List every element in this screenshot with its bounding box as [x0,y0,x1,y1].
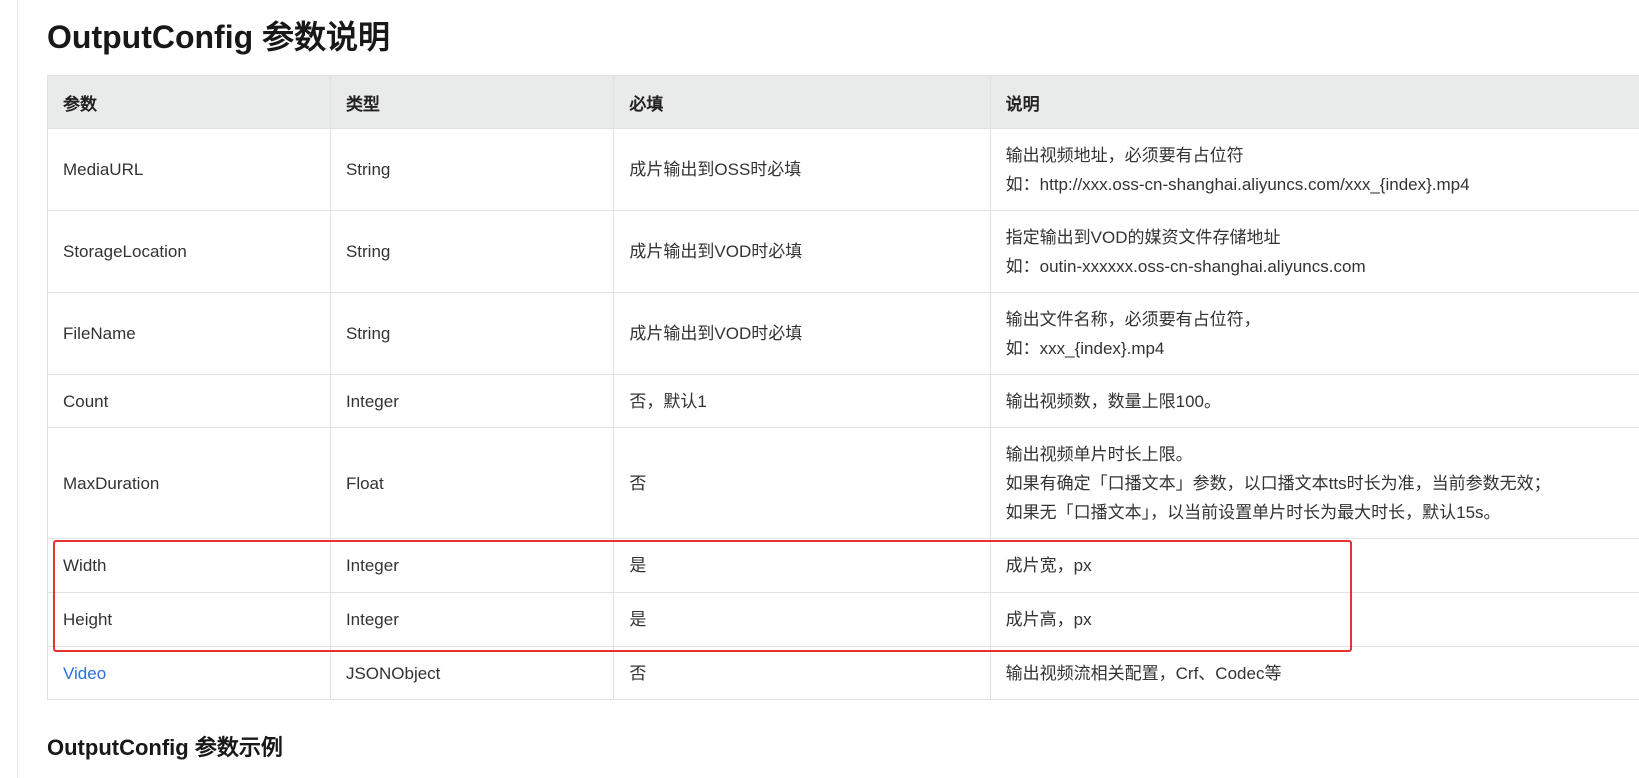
param-description: 成片宽，px [989,538,1639,593]
param-type: Integer [329,374,615,428]
param-type: JSONObject [329,646,615,700]
header-required: 必填 [613,75,991,129]
param-name: FileName [47,292,331,375]
description-line: 输出视频数，数量上限100。 [1005,391,1222,411]
description-line: 输出视频地址，必须要有占位符 [1005,145,1244,165]
table-row: StorageLocation String 成片输出到VOD时必填 指定输出到… [47,210,1639,293]
param-name: Width [47,538,331,593]
table-row: MaxDuration Float 否 输出视频单片时长上限。 如果有确定「口播… [47,427,1639,539]
param-description: 输出视频地址，必须要有占位符 如：http://xxx.oss-cn-shang… [989,128,1639,211]
param-description: 输出文件名称，必须要有占位符， 如：xxx_{index}.mp4 [989,292,1639,375]
description-line: 输出视频流相关配置，Crf、Codec等 [1005,663,1282,683]
description-line: 如：outin-xxxxxx.oss-cn-shanghai.aliyuncs.… [1005,256,1366,276]
table-row: FileName String 成片输出到VOD时必填 输出文件名称，必须要有占… [47,292,1639,375]
table-row: Height Integer 是 成片高，px [47,592,1639,647]
description-line: 输出视频单片时长上限。 [1005,444,1193,464]
param-description: 成片高，px [989,592,1639,647]
param-description: 输出视频单片时长上限。 如果有确定「口播文本」参数，以口播文本tts时长为准，当… [989,427,1639,539]
description-line: 指定输出到VOD的媒资文件存储地址 [1005,227,1281,247]
header-type: 类型 [329,75,615,129]
description-line: 如：http://xxx.oss-cn-shanghai.aliyuncs.co… [1005,174,1470,194]
description-line: 如果无「口播文本」，以当前设置单片时长为最大时长，默认15s。 [1005,502,1501,522]
param-required: 是 [613,592,991,647]
param-required: 成片输出到VOD时必填 [613,292,991,375]
page-title: OutputConfig 参数说明 [47,19,391,55]
param-type: Integer [329,592,615,647]
table-header-row: 参数 类型 必填 说明 [47,75,1639,129]
description-line: 成片宽，px [1005,556,1092,575]
param-name: StorageLocation [47,210,331,293]
left-divider [17,0,18,778]
param-required: 成片输出到VOD时必填 [613,210,991,293]
param-name: Video [47,646,331,700]
param-type: String [329,128,615,211]
description-line: 成片高，px [1005,610,1092,629]
param-type: Float [329,427,615,539]
table-row: Video JSONObject 否 输出视频流相关配置，Crf、Codec等 [47,646,1639,700]
params-table: 参数 类型 必填 说明 MediaURL String 成片输出到OSS时必填 … [47,75,1639,700]
param-description: 输出视频数，数量上限100。 [989,374,1639,428]
param-type: String [329,292,615,375]
param-description: 指定输出到VOD的媒资文件存储地址 如：outin-xxxxxx.oss-cn-… [989,210,1639,293]
table-row: MediaURL String 成片输出到OSS时必填 输出视频地址，必须要有占… [47,128,1639,211]
param-required: 否，默认1 [613,374,991,428]
param-description: 输出视频流相关配置，Crf、Codec等 [989,646,1639,700]
video-link[interactable]: Video [63,664,106,683]
param-required: 是 [613,538,991,593]
param-name: Count [47,374,331,428]
param-required: 成片输出到OSS时必填 [613,128,991,211]
param-name: Height [47,592,331,647]
description-line: 输出文件名称，必须要有占位符， [1005,309,1261,329]
table-row: Count Integer 否，默认1 输出视频数，数量上限100。 [47,374,1639,428]
param-type: Integer [329,538,615,593]
description-line: 如：xxx_{index}.mp4 [1005,338,1165,358]
header-description: 说明 [989,75,1639,129]
table-row: Width Integer 是 成片宽，px [47,538,1639,593]
param-name: MaxDuration [47,427,331,539]
param-name: MediaURL [47,128,331,211]
param-type: String [329,210,615,293]
param-required: 否 [613,427,991,539]
header-param: 参数 [47,75,331,129]
section-subtitle: OutputConfig 参数示例 [47,735,283,760]
param-required: 否 [613,646,991,700]
description-line: 如果有确定「口播文本」参数，以口播文本tts时长为准，当前参数无效； [1005,473,1551,493]
document-page: OutputConfig 参数说明 参数 类型 必填 说明 MediaURL S… [0,0,1639,778]
